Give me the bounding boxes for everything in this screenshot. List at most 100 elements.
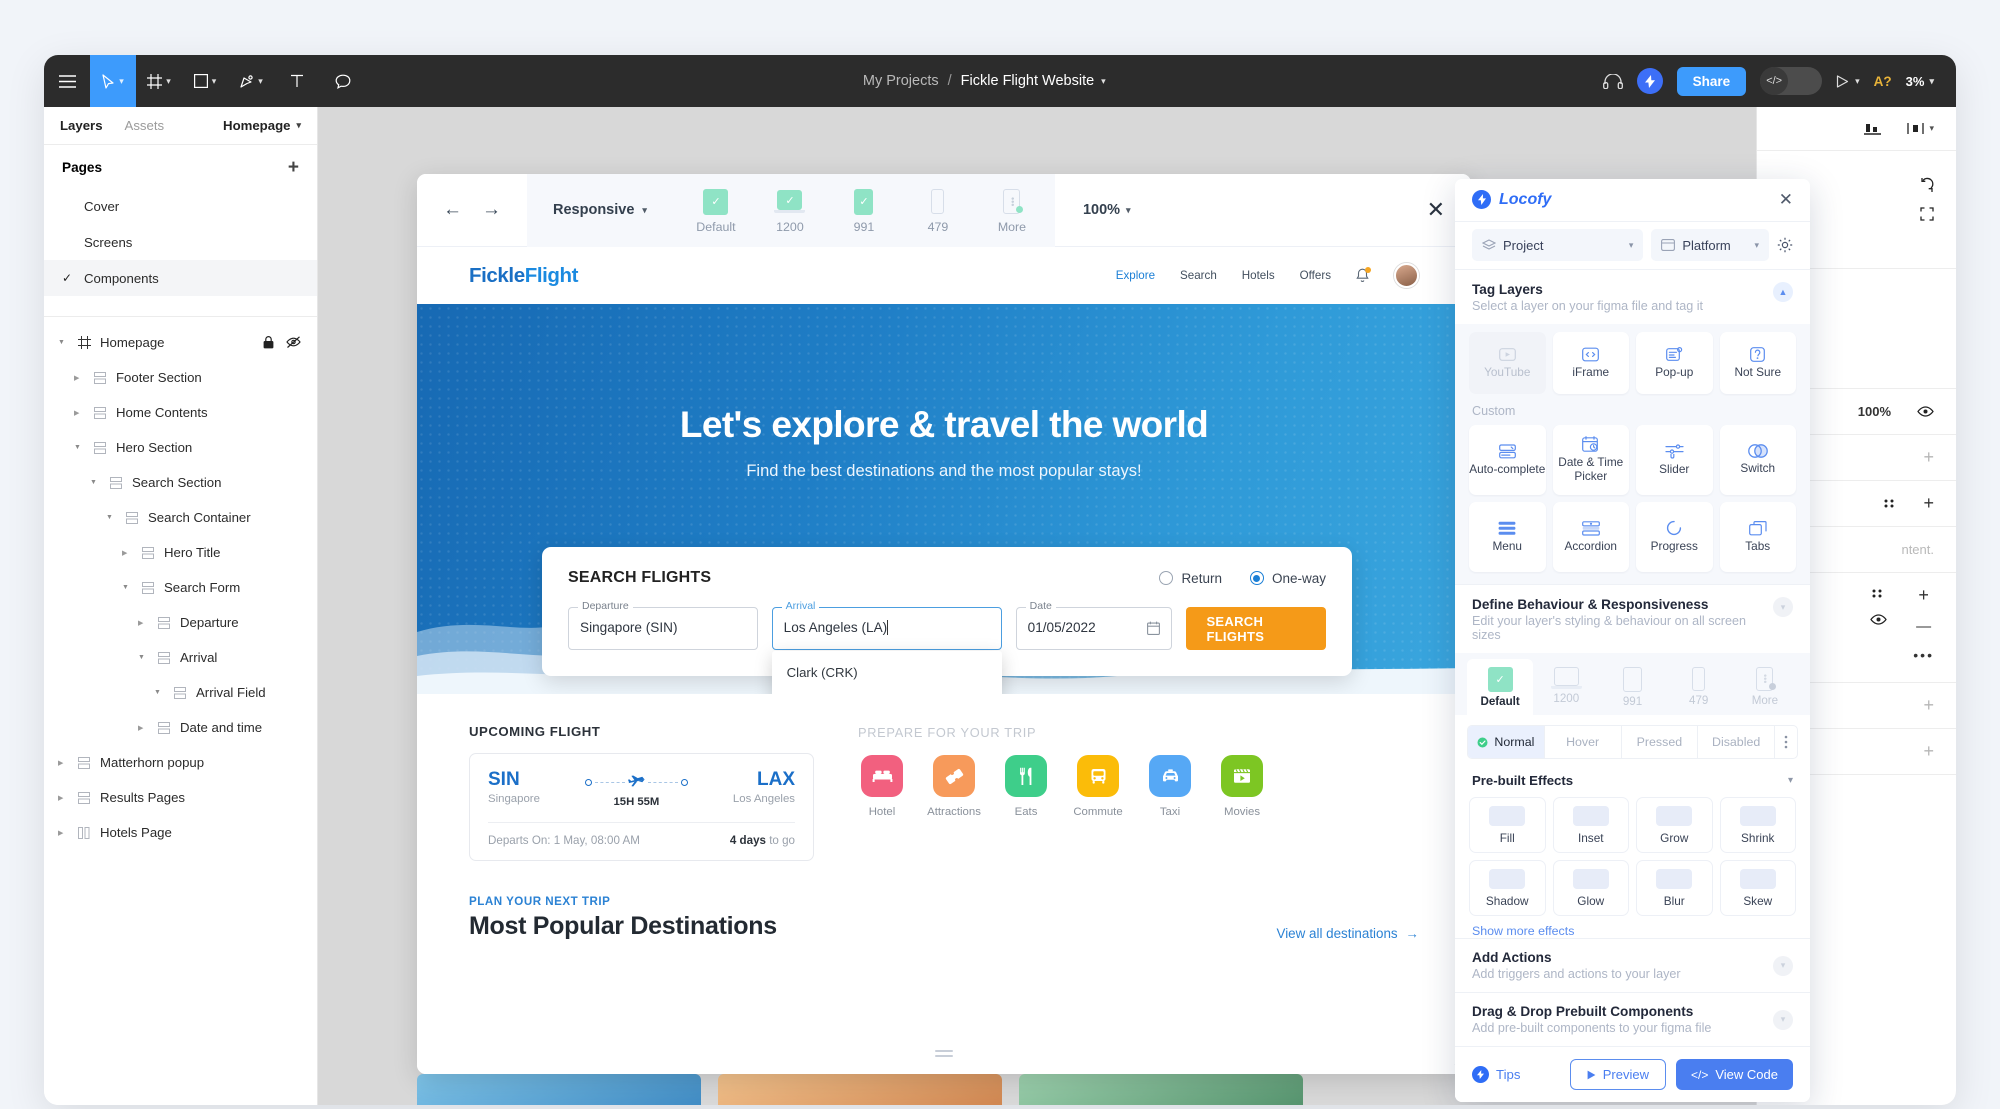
page-selector[interactable]: Homepage ▾ (223, 118, 301, 133)
chevron-right-icon[interactable]: ▶ (58, 829, 68, 837)
remove-effect-button[interactable]: — (1916, 618, 1931, 635)
departure-field[interactable]: Departure Singapore (SIN) (568, 600, 758, 650)
chevron-right-icon[interactable]: ▶ (138, 619, 148, 627)
chevron-down-icon[interactable]: ▼ (154, 689, 164, 696)
arrival-suggestions-dropdown[interactable]: Clark (CRK)Launcestpm (LST)Kalibo (KLO)C… (771, 651, 1002, 694)
breakpoint-default[interactable]: ✓ Default (679, 187, 753, 234)
notification-bell-icon[interactable] (1356, 267, 1371, 283)
comment-tool-button[interactable] (320, 55, 366, 107)
chevron-down-icon[interactable]: ▼ (122, 584, 132, 591)
add-stroke-button[interactable]: + (1923, 493, 1934, 514)
suggestion-item[interactable]: Clark (CRK) (772, 658, 1002, 686)
radio-return[interactable]: Return (1159, 571, 1222, 586)
responsive-mode-dropdown[interactable]: Responsive ▾ (527, 174, 673, 247)
prepare-item-commute[interactable]: Commute (1073, 755, 1123, 818)
site-nav-offers[interactable]: Offers (1300, 269, 1331, 282)
project-select[interactable]: Project ▾ (1472, 229, 1644, 262)
fullscreen-icon[interactable] (1920, 207, 1934, 221)
add-extra-button[interactable]: + (1923, 741, 1934, 762)
arrival-field[interactable]: Arrival Los Angeles (LA) (771, 600, 1002, 650)
effect-inset[interactable]: Inset (1552, 797, 1629, 853)
visibility-eye-icon[interactable] (1917, 406, 1934, 417)
drag-drop-row[interactable]: Drag & Drop Prebuilt Components Add pre-… (1455, 992, 1810, 1046)
layer-item[interactable]: ▶ Footer Section (44, 360, 317, 395)
tag-not-sure[interactable]: Not Sure (1719, 332, 1796, 394)
effect-shadow[interactable]: Shadow (1469, 860, 1546, 916)
effect-skew[interactable]: Skew (1719, 860, 1796, 916)
chevron-right-icon[interactable]: ▶ (58, 759, 68, 767)
effect-shrink[interactable]: Shrink (1719, 797, 1796, 853)
headphones-icon[interactable] (1602, 73, 1623, 89)
collapse-tag-layers-icon[interactable]: ▲ (1773, 282, 1793, 302)
chevron-down-icon[interactable]: ▼ (74, 444, 84, 451)
chevron-right-icon[interactable]: ▶ (74, 409, 84, 417)
frame-tool-button[interactable]: ▾ (136, 55, 182, 107)
close-icon[interactable]: ✕ (1779, 190, 1793, 210)
tag-accordion[interactable]: Accordion (1552, 502, 1629, 572)
add-fill-button[interactable]: + (1923, 447, 1934, 468)
site-nav-explore[interactable]: Explore (1116, 269, 1155, 282)
grid-dots-icon[interactable] (1884, 499, 1897, 508)
gear-icon[interactable] (1777, 237, 1793, 253)
chevron-down-icon[interactable]: ▾ (1788, 775, 1793, 786)
chevron-down-icon[interactable]: ▼ (106, 514, 116, 521)
preview-zoom-selector[interactable]: 100% ▾ (1083, 202, 1131, 218)
locofy-breakpoint-default[interactable]: ✓ Default (1467, 659, 1534, 715)
layer-item[interactable]: ▶ Departure (44, 605, 317, 640)
forward-arrow-icon[interactable]: → (482, 199, 501, 221)
effect-glow[interactable]: Glow (1552, 860, 1629, 916)
expand-drag-drop-icon[interactable]: ▾ (1773, 1009, 1793, 1030)
tag-youtube[interactable]: YouTube (1469, 332, 1546, 394)
view-all-destinations-link[interactable]: View all destinations → (1277, 926, 1419, 941)
site-nav-hotels[interactable]: Hotels (1242, 269, 1275, 282)
avatar[interactable] (1394, 263, 1419, 288)
radio-oneway[interactable]: One-way (1249, 571, 1326, 586)
prepare-item-attractions[interactable]: Attractions (927, 755, 981, 818)
locofy-plugin-icon[interactable] (1636, 68, 1663, 94)
lock-icon[interactable] (263, 336, 274, 349)
layer-item[interactable]: ▶ Hotels Page (44, 815, 317, 850)
distribute-icon[interactable]: ▾ (1907, 122, 1934, 135)
tab-layers[interactable]: Layers (60, 118, 103, 133)
layer-item[interactable]: ▼ Search Container (44, 500, 317, 535)
effect-grow[interactable]: Grow (1636, 797, 1713, 853)
main-menu-button[interactable] (44, 55, 90, 107)
tab-assets[interactable]: Assets (125, 118, 165, 133)
chevron-down-icon[interactable]: ▼ (58, 339, 68, 346)
tag-tabs[interactable]: Tabs (1719, 502, 1796, 572)
opacity-value[interactable]: 100% (1858, 404, 1891, 419)
tag-auto-complete[interactable]: Auto-complete (1469, 425, 1546, 495)
move-tool-button[interactable]: ▾ (90, 55, 136, 107)
more-options-icon[interactable]: ••• (1913, 647, 1934, 663)
preview-resize-grip[interactable] (935, 1050, 953, 1060)
add-export-button[interactable]: + (1923, 695, 1934, 716)
chevron-down-icon[interactable]: ▾ (1101, 76, 1106, 86)
tag-menu[interactable]: Menu (1469, 502, 1546, 572)
search-flights-button[interactable]: SEARCH FLIGHTS (1186, 607, 1326, 650)
tag-pop-up[interactable]: Pop-up (1636, 332, 1713, 394)
chevron-down-icon[interactable]: ▼ (138, 654, 148, 661)
site-nav-search[interactable]: Search (1180, 269, 1217, 282)
dev-mode-toggle[interactable]: </> (1760, 67, 1823, 95)
layer-item[interactable]: ▶ Matterhorn popup (44, 745, 317, 780)
prepare-item-hotel[interactable]: Hotel (858, 755, 906, 818)
breakpoint-479[interactable]: 479 (901, 187, 975, 234)
page-item-cover[interactable]: Cover (44, 188, 317, 224)
page-item-components[interactable]: ✓ Components (44, 260, 317, 296)
state-pressed[interactable]: Pressed (1622, 726, 1699, 758)
tips-button[interactable]: Tips (1472, 1066, 1520, 1083)
collapse-behaviour-icon[interactable]: ▾ (1773, 597, 1793, 617)
platform-select[interactable]: Platform ▾ (1651, 229, 1769, 262)
align-bottom-icon[interactable] (1864, 122, 1882, 135)
tag-slider[interactable]: Slider (1636, 425, 1713, 495)
tag-switch[interactable]: Switch (1719, 425, 1796, 495)
locofy-breakpoint-479[interactable]: 479 (1666, 659, 1732, 715)
present-button[interactable]: ▾ (1836, 74, 1860, 88)
hide-icon[interactable] (286, 336, 301, 349)
add-page-button[interactable]: + (288, 158, 299, 177)
chevron-right-icon[interactable]: ▶ (74, 374, 84, 382)
share-button[interactable]: Share (1676, 66, 1747, 96)
layer-item[interactable]: ▶ Results Pages (44, 780, 317, 815)
layer-item[interactable]: ▼ Search Form (44, 570, 317, 605)
prepare-item-movies[interactable]: Movies (1218, 755, 1266, 818)
